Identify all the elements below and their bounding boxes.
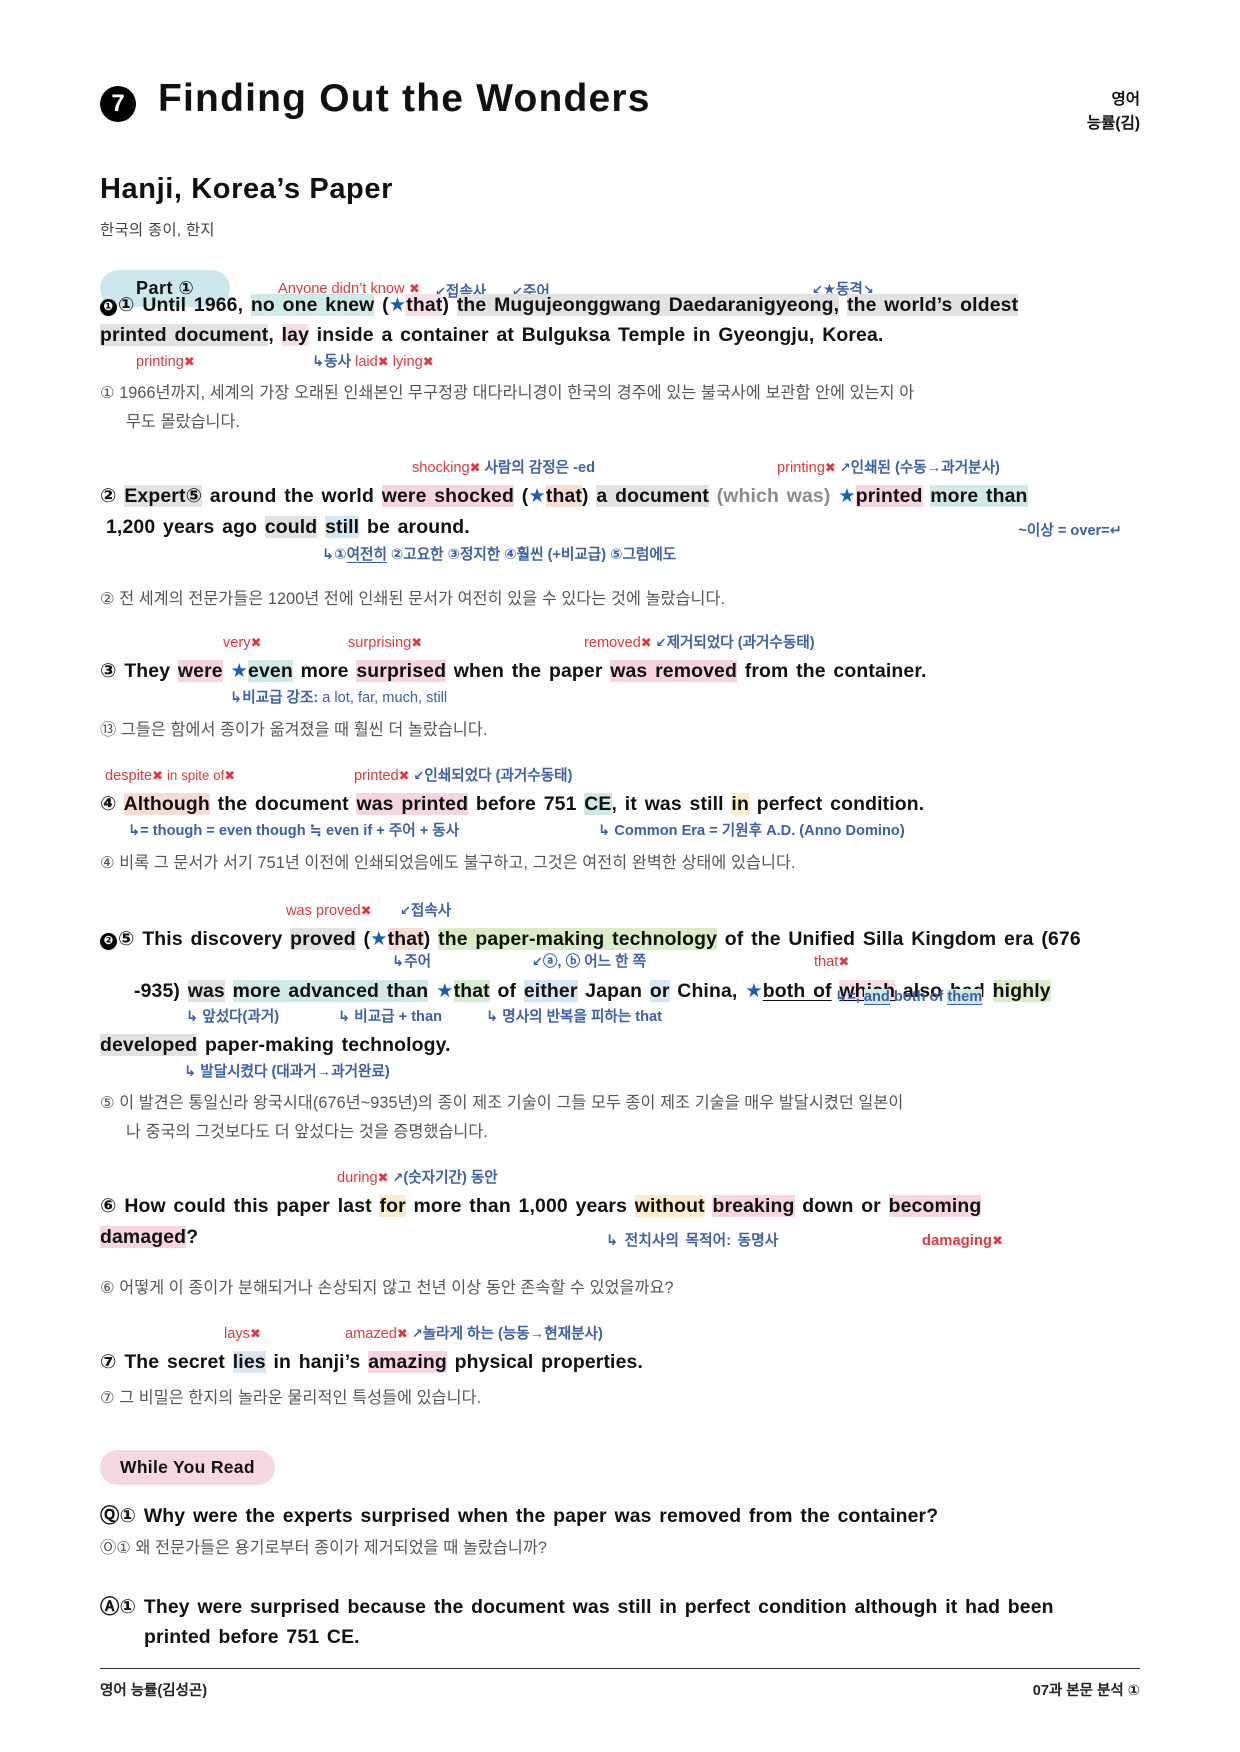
annotation-that-avoid-repeat-s5: ↳ 명사의 반복을 피하는 that — [486, 1009, 663, 1026]
sentence-1-english-line2: printed document, lay inside a container… — [100, 324, 884, 347]
annotation-shocking-x-s2: shocking✖ 사람의 감정은 -ed — [412, 460, 596, 477]
annotation-conjunction-s5: ↙접속사 — [400, 902, 452, 919]
worksheet-page: 7 Finding Out the Wonders 영어 능률(김) Hanji… — [0, 0, 1240, 1752]
lesson-subtitle: 한국의 종이, 한지 — [100, 221, 215, 239]
sentence-7-english: ⑦ The secret lies in hanji’s amazing phy… — [100, 1350, 643, 1373]
annotation-was-proved-x-s5: was proved✖ — [286, 902, 372, 919]
sentence-5-english-line3: developed paper-making technology. — [100, 1034, 451, 1057]
sentence-block-5: was proved✖ ↙접속사 ❷⑤ This discovery prove… — [100, 902, 1140, 1145]
sentence-1-korean-line1: ① 1966년까지, 세계의 가장 오래된 인쇄본인 무구정광 대다라니경이 한… — [100, 384, 915, 402]
sentence-1-korean-line2: 무도 몰랐습니다. — [126, 413, 241, 432]
annotation-though-equivalents-s4: ↳= though = even though ≒ even if + 주어 +… — [128, 822, 460, 839]
annotation-that-x-s5: that✖ — [814, 954, 850, 971]
annotation-either-or-s5: ↙ⓐ, ⓑ 어느 한 쪽 — [532, 954, 647, 971]
sentence-2-english-line1: ② Expert⑤ around the world were shocked … — [100, 485, 1028, 508]
sentence-5-korean-line2: 나 중국의 그것보다도 더 앞섰다는 것을 증명했습니다. — [126, 1123, 489, 1141]
sentence-5-english-line2: -935) was more advanced than ★that of ei… — [134, 980, 1051, 1003]
annotation-ahead-past-s5: ↳ 앞섰다(과거) — [186, 1009, 280, 1026]
lesson-title: Hanji, Korea’s Paper — [100, 172, 393, 205]
wyr-question-english: Ⓠ① Why were the experts surprised when t… — [100, 1504, 939, 1527]
while-you-read-chip: While You Read — [100, 1449, 275, 1485]
sentence-block-3: very✖ surprising✖ removed✖ ↙제거되었다 (과거수동태… — [100, 634, 1140, 743]
unit-title: Finding Out the Wonders — [158, 77, 651, 120]
sentence-5-english-line1: ❷⑤ This discovery proved (★that) the pap… — [100, 924, 1140, 955]
annotation-common-era-s4: ↳ Common Era = 기원후 A.D. (Anno Domino) — [598, 822, 905, 839]
sentence-6-english-line2: damaged? ↳ 전치사의 목적어: 동명사 damaging✖ — [100, 1222, 1140, 1253]
footer-right: 07과 본문 분석 ① — [1032, 1683, 1140, 1699]
annotation-developed-pastperfect-s5: ↳ 발달시켰다 (대과거→과거완료) — [184, 1063, 390, 1080]
sentence-6-korean: ⑥ 어떻게 이 종이가 분해되거나 손상되지 않고 천년 이상 동안 존속할 수… — [100, 1278, 674, 1297]
annotation-printing-x-s1: printing✖ — [136, 354, 195, 370]
annotation-during-x-s6: during✖ ↗(숫자기간) 동안 — [337, 1170, 498, 1187]
annotation-comparative-emphasis-s3: ↳비교급 강조: a lot, far, much, still — [230, 689, 448, 706]
annotation-printing-x-s2: printing✖ ↗인쇄된 (수동→과거분사) — [777, 460, 1000, 477]
annotation-lays-x-s7: lays✖ — [224, 1325, 261, 1342]
annotation-printed-x-s4: printed✖ ↙인쇄되었다 (과거수동태) — [354, 767, 573, 784]
sentence-6-english-line1: ⑥ How could this paper last for more tha… — [100, 1195, 982, 1218]
sentence-block-1: ❶① Until 1966, no one knew (★that) the M… — [100, 290, 1140, 436]
sentence-4-korean: ④ 비록 그 문서가 서기 751년 이전에 인쇄되었음에도 불구하고, 그것은… — [100, 853, 796, 872]
sentence-2-korean: ② 전 세계의 전문가들은 1200년 전에 인쇄된 문서가 여전히 있을 수 … — [100, 589, 726, 608]
sentence-1-english-line1: ❶① Until 1966, no one knew (★that) the M… — [100, 290, 1140, 321]
wyr-answer-english-line2: printed before 751 CE. — [144, 1626, 360, 1649]
annotation-very-x-s3: very✖ — [223, 635, 262, 652]
sentence-block-2: shocking✖ 사람의 감정은 -ed printing✖ ↗인쇄된 (수동… — [100, 459, 1140, 612]
annotation-prep-object-gerund-s6: ↳ 전치사의 목적어: 동명사 — [606, 1232, 779, 1249]
annotation-and-both-of-them-s5: ↳=, and both of them — [835, 989, 983, 1006]
annotation-over-s2: ~이상 = over=↵ — [1018, 522, 1122, 539]
annotation-subject-s5: ↳주어 — [392, 954, 432, 971]
annotation-despite-x-s4: despite✖ in spite of✖ — [105, 767, 236, 784]
marker-circle-2: ❷ — [100, 932, 117, 950]
unit-number-badge: 7 — [100, 86, 136, 122]
sentence-3-english: ③ They were ★even more surprised when th… — [100, 660, 927, 683]
while-you-read-section: While You Read Ⓠ① Why were the experts s… — [100, 1449, 1140, 1653]
page-footer: 영어 능률(김성곤) 07과 본문 분석 ① — [100, 1668, 1140, 1700]
sentence-2-english-line2: 1,200 years ago could still be around. — [106, 516, 470, 539]
sentence-4-english: ④ Although the document was printed befo… — [100, 792, 925, 815]
page-header: 7 Finding Out the Wonders 영어 능률(김) — [100, 74, 1140, 132]
footer-left: 영어 능률(김성곤) — [100, 1683, 208, 1699]
sentence-7-korean: ⑦ 그 비밀은 한지의 놀라운 물리적인 특성들에 있습니다. — [100, 1389, 482, 1408]
annotation-amazed-x-s7: amazed✖ ↗놀라게 하는 (능동→현재분사) — [345, 1325, 603, 1342]
annotation-removed-x-s3: removed✖ ↙제거되었다 (과거수동태) — [584, 635, 815, 652]
subject-line-1: 영어 — [1111, 91, 1140, 108]
sentence-3-korean: ⑬ 그들은 함에서 종이가 옮겨졌을 때 훨씬 더 놀랐습니다. — [100, 720, 488, 739]
sentence-block-7: lays✖ amazed✖ ↗놀라게 하는 (능동→현재분사) ⑦ The se… — [100, 1325, 1140, 1412]
annotation-surprising-x-s3: surprising✖ — [348, 635, 423, 652]
sentence-5-korean-line1: ⑤ 이 발견은 통일신라 왕국시대(676년~935년)의 종이 제조 기술이 … — [100, 1093, 904, 1112]
annotation-comparative-than-s5: ↳ 비교급 + than — [338, 1009, 442, 1026]
annotation-damaging-x-s6: damaging✖ — [922, 1232, 1004, 1249]
subject-line-2: 능률(김) — [1086, 115, 1140, 133]
wyr-question-korean: Ⓞ① 왜 전문가들은 용기로부터 종이가 제거되었을 때 놀랐습니까? — [100, 1539, 547, 1558]
wyr-answer-english-line1: Ⓐ① They were surprised because the docum… — [100, 1595, 1054, 1618]
annotation-verb-s1: ↳동사 laid✖ lying✖ — [312, 354, 434, 370]
sentence-block-6: during✖ ↗(숫자기간) 동안 ⑥ How could this pape… — [100, 1169, 1140, 1301]
sentence-block-4: despite✖ in spite of✖ printed✖ ↙인쇄되었다 (과… — [100, 767, 1140, 876]
subject-info: 영어 능률(김) — [1087, 88, 1140, 136]
annotation-choices-s2: ↳①여전히 ②고요한 ③정지한 ④훨씬 (+비교급) ⑤그럼에도 — [322, 546, 677, 563]
marker-circle-1: ❶ — [100, 298, 117, 316]
